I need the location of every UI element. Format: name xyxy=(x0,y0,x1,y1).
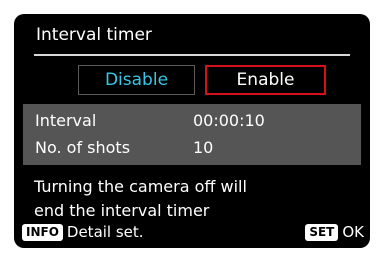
warning-line-2: end the interval timer xyxy=(34,201,210,220)
warning-line-1: Turning the camera off will xyxy=(34,177,247,196)
title-divider xyxy=(34,54,350,56)
disable-option[interactable]: Disable xyxy=(78,65,195,95)
detail-set-label: Detail set. xyxy=(66,223,144,241)
settings-panel[interactable]: Interval 00:00:10 No. of shots 10 xyxy=(23,104,361,165)
warning-message: Turning the camera off will end the inte… xyxy=(34,175,247,223)
interval-label: Interval xyxy=(35,111,97,130)
enable-option[interactable]: Enable xyxy=(205,65,326,95)
set-button-icon: SET xyxy=(305,224,339,241)
shots-label: No. of shots xyxy=(35,138,131,157)
info-button-icon: INFO xyxy=(22,224,63,241)
ok-label: OK xyxy=(342,223,364,241)
camera-menu-screen: Interval timer Disable Enable Interval 0… xyxy=(14,14,370,248)
ok-hint[interactable]: SET OK xyxy=(305,222,364,242)
shots-value: 10 xyxy=(193,138,214,157)
interval-value: 00:00:10 xyxy=(193,111,265,130)
menu-title: Interval timer xyxy=(36,25,152,45)
detail-set-hint[interactable]: INFO Detail set. xyxy=(22,222,144,242)
shots-row: No. of shots 10 xyxy=(35,135,353,161)
interval-row: Interval 00:00:10 xyxy=(35,108,353,134)
